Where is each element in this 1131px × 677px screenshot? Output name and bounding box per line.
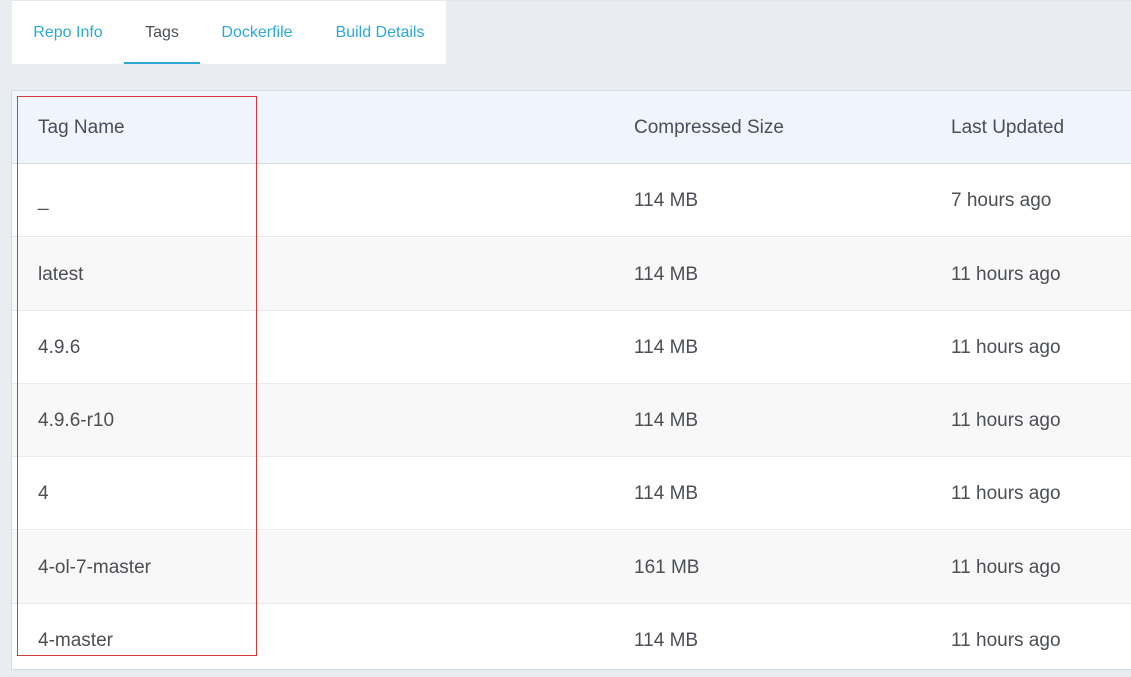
table-row[interactable]: _ 114 MB 7 hours ago: [12, 164, 1131, 237]
tag-name-cell[interactable]: 4-ol-7-master: [38, 557, 151, 579]
updated-cell: 11 hours ago: [951, 630, 1061, 651]
updated-cell: 11 hours ago: [951, 410, 1061, 431]
updated-cell: 11 hours ago: [951, 264, 1061, 285]
updated-cell: 11 hours ago: [951, 483, 1061, 504]
column-header-compressed-size[interactable]: Compressed Size: [634, 117, 784, 139]
tag-name-cell[interactable]: latest: [38, 264, 83, 286]
tab-dockerfile[interactable]: Dockerfile: [210, 1, 304, 65]
page-top-border: [446, 0, 1131, 1]
size-cell: 114 MB: [634, 190, 699, 211]
updated-cell: 11 hours ago: [951, 337, 1061, 358]
size-cell: 161 MB: [634, 557, 700, 578]
tab-build-details[interactable]: Build Details: [326, 1, 434, 65]
table-row[interactable]: 4.9.6-r10 114 MB 11 hours ago: [12, 384, 1131, 457]
size-cell: 114 MB: [634, 483, 699, 504]
column-header-tag-name[interactable]: Tag Name: [38, 117, 125, 139]
size-cell: 114 MB: [634, 630, 699, 651]
table-row[interactable]: 4-master 114 MB 11 hours ago: [12, 604, 1131, 677]
table-row[interactable]: 4-ol-7-master 161 MB 11 hours ago: [12, 531, 1131, 604]
tab-repo-info[interactable]: Repo Info: [20, 1, 116, 65]
active-tab-indicator: [124, 62, 200, 64]
table-row[interactable]: 4 114 MB 11 hours ago: [12, 457, 1131, 530]
size-cell: 114 MB: [634, 410, 699, 431]
size-cell: 114 MB: [634, 337, 699, 358]
tab-tags[interactable]: Tags: [124, 1, 200, 65]
tag-name-cell[interactable]: 4.9.6: [38, 337, 80, 359]
tab-bar: Repo Info Tags Dockerfile Build Details: [12, 0, 446, 64]
table-row[interactable]: latest 114 MB 11 hours ago: [12, 238, 1131, 311]
tag-name-cell[interactable]: 4.9.6-r10: [38, 410, 114, 432]
updated-cell: 7 hours ago: [951, 190, 1052, 211]
tag-name-cell[interactable]: _: [38, 190, 49, 212]
tags-table: Tag Name Compressed Size Last Updated _ …: [11, 90, 1131, 677]
updated-cell: 11 hours ago: [951, 557, 1061, 578]
size-cell: 114 MB: [634, 264, 699, 285]
table-row[interactable]: 4.9.6 114 MB 11 hours ago: [12, 311, 1131, 384]
column-header-last-updated[interactable]: Last Updated: [951, 117, 1064, 139]
table-header: Tag Name Compressed Size Last Updated: [12, 91, 1131, 164]
tag-name-cell[interactable]: 4-master: [38, 630, 113, 652]
tag-name-cell[interactable]: 4: [38, 483, 49, 505]
